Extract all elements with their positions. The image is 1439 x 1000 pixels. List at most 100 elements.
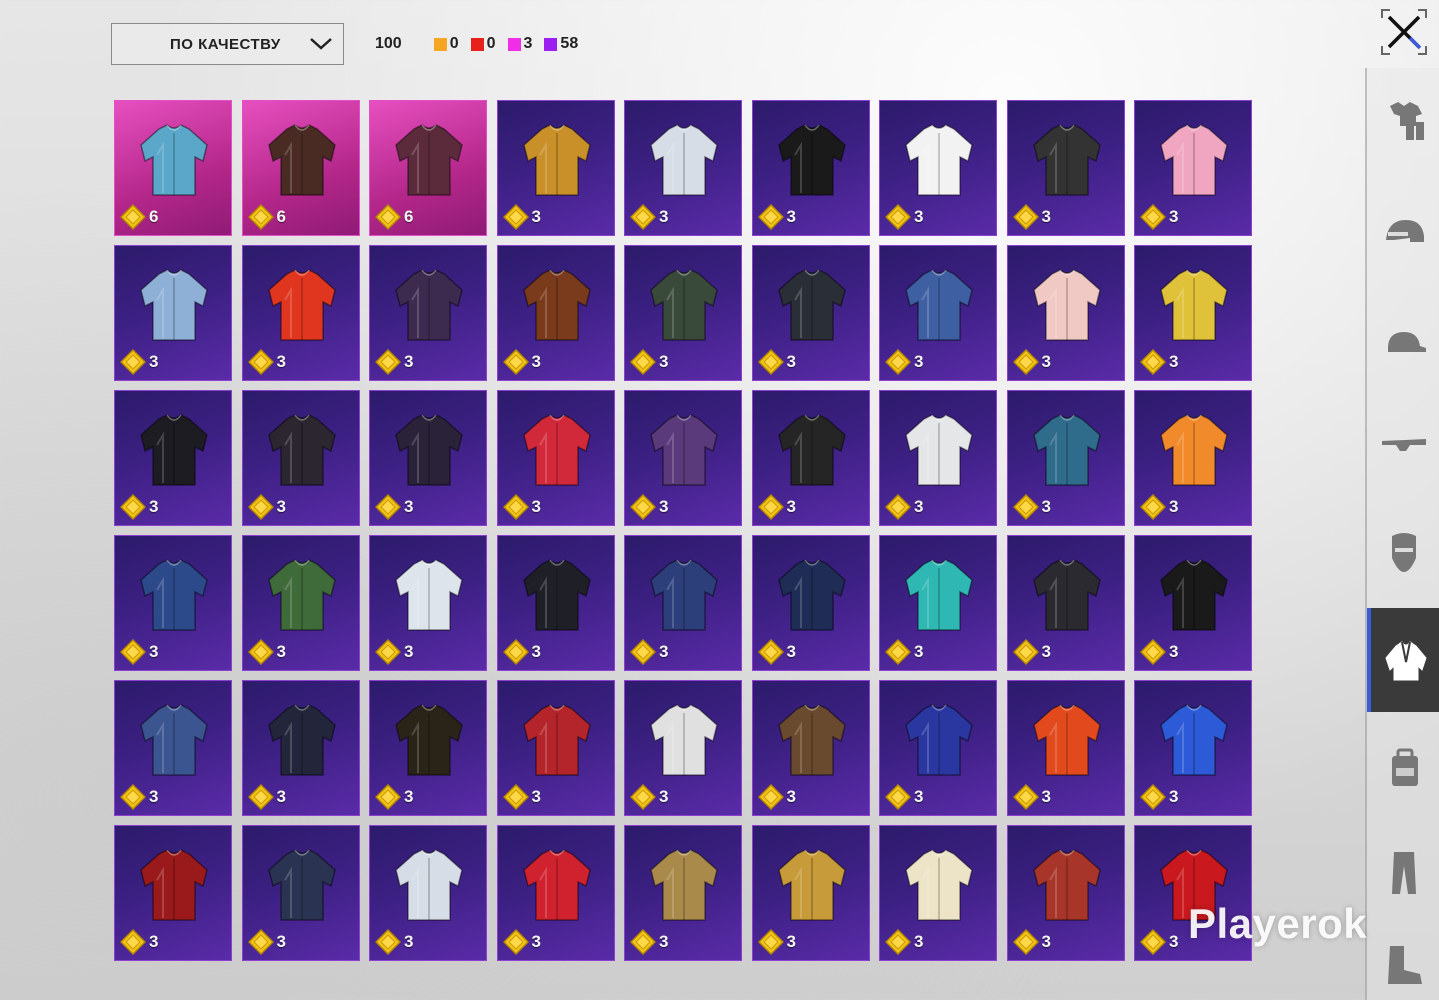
item-card[interactable]: 3 xyxy=(1006,390,1125,526)
item-card[interactable]: 3 xyxy=(751,680,870,816)
item-card[interactable]: 3 xyxy=(751,535,870,671)
item-card[interactable]: 3 xyxy=(1006,825,1125,961)
nav-item-pants[interactable] xyxy=(1367,820,1439,924)
item-card[interactable]: 3 xyxy=(114,245,232,381)
item-image xyxy=(395,269,463,341)
nav-item-glasses[interactable] xyxy=(1367,393,1439,497)
item-card[interactable]: 3 xyxy=(496,680,615,816)
item-card[interactable]: 3 xyxy=(751,390,870,526)
item-card[interactable]: 3 xyxy=(496,825,615,961)
item-card[interactable]: 3 xyxy=(241,535,360,671)
item-value: 3 xyxy=(659,207,669,226)
item-value-badge: 3 xyxy=(885,349,923,375)
item-card[interactable]: 3 xyxy=(114,390,232,526)
nav-item-backpack[interactable] xyxy=(1367,716,1439,820)
item-value: 3 xyxy=(276,932,286,951)
item-value: 3 xyxy=(149,787,159,806)
item-card[interactable]: 3 xyxy=(751,100,870,236)
coin-icon xyxy=(885,784,911,810)
item-value-badge: 3 xyxy=(502,204,541,230)
item-card[interactable]: 3 xyxy=(879,245,997,381)
item-card[interactable]: 3 xyxy=(1006,100,1125,236)
item-card[interactable]: 3 xyxy=(1006,680,1125,816)
item-card[interactable]: 3 xyxy=(1134,390,1252,526)
item-card[interactable]: 6 xyxy=(241,100,360,236)
item-value: 3 xyxy=(404,497,414,516)
item-card[interactable]: 6 xyxy=(369,100,487,236)
count-value: 0 xyxy=(449,35,459,52)
item-value-badge: 3 xyxy=(757,784,796,810)
coin-icon xyxy=(247,639,274,665)
item-card[interactable]: 3 xyxy=(624,680,742,816)
coin-icon xyxy=(502,349,529,375)
item-card[interactable]: 3 xyxy=(241,390,360,526)
item-image xyxy=(905,559,973,631)
item-value: 3 xyxy=(659,642,669,661)
nav-item-shoes[interactable] xyxy=(1367,928,1439,1000)
nav-item-cap[interactable] xyxy=(1367,290,1439,394)
item-value-badge: 3 xyxy=(1012,494,1051,520)
item-card[interactable]: 3 xyxy=(624,825,742,961)
item-card[interactable]: 3 xyxy=(1134,245,1252,381)
nav-item-outfit[interactable] xyxy=(1367,68,1439,172)
item-card[interactable]: 3 xyxy=(369,825,487,961)
coin-icon xyxy=(630,204,656,230)
nav-item-jacket[interactable] xyxy=(1367,608,1439,712)
item-card[interactable]: 3 xyxy=(114,825,232,961)
item-card[interactable]: 3 xyxy=(879,680,997,816)
item-card[interactable]: 3 xyxy=(751,245,870,381)
item-card[interactable]: 3 xyxy=(624,535,742,671)
item-card[interactable]: 3 xyxy=(241,825,360,961)
item-card[interactable]: 6 xyxy=(114,100,232,236)
item-card[interactable]: 3 xyxy=(879,390,997,526)
item-card[interactable]: 3 xyxy=(496,390,615,526)
coin-icon xyxy=(1140,204,1166,230)
close-icon[interactable] xyxy=(1380,8,1428,56)
coin-icon xyxy=(630,784,656,810)
item-card[interactable]: 3 xyxy=(369,245,487,381)
item-image xyxy=(1160,559,1228,631)
item-value-badge: 3 xyxy=(502,639,541,665)
item-image xyxy=(650,704,718,776)
item-value: 6 xyxy=(276,207,286,226)
coin-icon xyxy=(885,349,911,375)
item-value-badge: 3 xyxy=(375,639,413,665)
item-card[interactable]: 3 xyxy=(1006,535,1125,671)
item-card[interactable]: 3 xyxy=(879,100,997,236)
item-image xyxy=(267,269,336,341)
count-value: 3 xyxy=(523,35,533,52)
item-card[interactable]: 3 xyxy=(114,535,232,671)
item-image xyxy=(267,559,336,631)
item-card[interactable]: 3 xyxy=(1006,245,1125,381)
item-image xyxy=(140,849,208,921)
nav-item-mask[interactable] xyxy=(1367,500,1439,604)
item-value: 3 xyxy=(531,352,541,371)
coin-icon xyxy=(120,349,146,375)
item-card[interactable]: 3 xyxy=(624,245,742,381)
item-card[interactable]: 3 xyxy=(369,535,487,671)
item-card[interactable]: 3 xyxy=(879,825,997,961)
item-card[interactable]: 3 xyxy=(1134,680,1252,816)
item-value-badge: 3 xyxy=(1140,929,1178,955)
item-card[interactable]: 3 xyxy=(369,390,487,526)
coin-icon xyxy=(1140,784,1166,810)
item-card[interactable]: 3 xyxy=(114,680,232,816)
item-card[interactable]: 3 xyxy=(369,680,487,816)
item-card[interactable]: 3 xyxy=(241,245,360,381)
item-value-badge: 3 xyxy=(630,639,668,665)
item-card[interactable]: 3 xyxy=(496,100,615,236)
item-value: 3 xyxy=(1169,642,1179,661)
item-card[interactable]: 3 xyxy=(1134,100,1252,236)
item-card[interactable]: 3 xyxy=(624,390,742,526)
item-value-badge: 3 xyxy=(630,494,668,520)
sort-dropdown[interactable]: ПО КАЧЕСТВУ xyxy=(111,23,344,65)
item-card[interactable]: 3 xyxy=(496,245,615,381)
nav-item-helmet[interactable] xyxy=(1367,182,1439,286)
item-value-badge: 3 xyxy=(1140,784,1178,810)
item-card[interactable]: 3 xyxy=(624,100,742,236)
item-card[interactable]: 3 xyxy=(1134,535,1252,671)
item-card[interactable]: 3 xyxy=(496,535,615,671)
item-card[interactable]: 3 xyxy=(241,680,360,816)
item-card[interactable]: 3 xyxy=(751,825,870,961)
item-card[interactable]: 3 xyxy=(879,535,997,671)
